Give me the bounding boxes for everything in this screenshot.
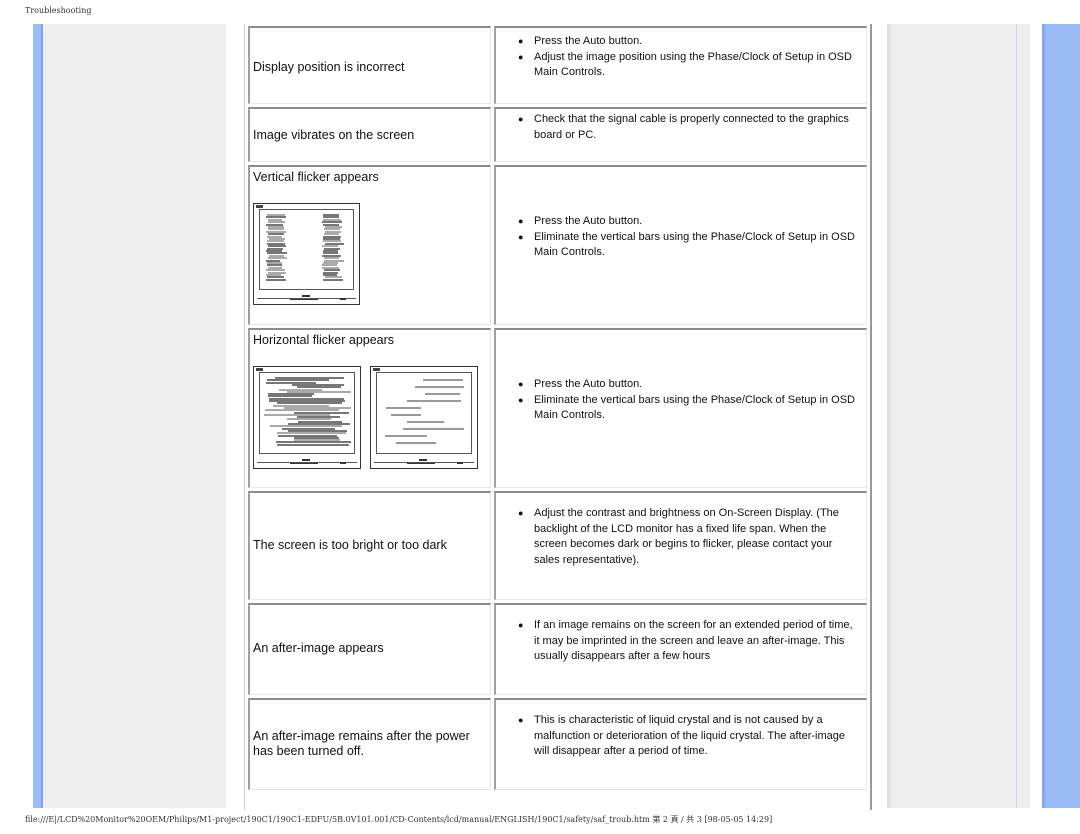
power-button-icon	[340, 298, 346, 300]
solution-list: Check that the signal cable is properly …	[518, 112, 858, 143]
illustration-line	[385, 407, 422, 409]
solution-item: Eliminate the vertical bars using the Ph…	[518, 393, 858, 424]
page-header-title: Troubleshooting	[25, 6, 92, 15]
brand-logo-icon	[373, 368, 380, 371]
solution-list: Adjust the contrast and brightness on On…	[518, 506, 858, 568]
vertical-flicker-illustration	[253, 203, 360, 305]
page-footer-path: file:///E|/LCD%20Monitor%20OEM/Philips/M…	[25, 815, 773, 824]
illustration-line	[391, 414, 421, 416]
table-row: An after-image remains after the power h…	[248, 698, 868, 790]
power-button-icon	[457, 462, 463, 464]
problem-text: Display position is incorrect	[253, 60, 405, 74]
solution-cell: If an image remains on the screen for an…	[494, 603, 867, 695]
monitor-button-icon	[302, 459, 310, 461]
content-divider-right	[870, 24, 872, 810]
power-button-icon	[340, 462, 346, 464]
problem-cell: Display position is incorrect	[248, 26, 491, 104]
problem-text: The screen is too bright or too dark	[253, 538, 447, 552]
solution-cell: Press the Auto button. Eliminate the ver…	[494, 328, 867, 488]
illustration-line	[277, 443, 349, 446]
table-row: The screen is too bright or too dark Adj…	[248, 491, 868, 600]
solution-cell: This is characteristic of liquid crystal…	[494, 698, 867, 790]
solution-cell: Press the Auto button. Adjust the image …	[494, 26, 867, 104]
left-side-panel	[43, 24, 226, 808]
brand-logo-icon	[256, 205, 263, 208]
table-row: Horizontal flicker appears Press the Au	[248, 328, 868, 488]
right-side-panel	[887, 24, 1030, 808]
monitor-button-icon	[290, 299, 318, 300]
solution-item: Press the Auto button.	[518, 377, 858, 393]
solution-list: This is characteristic of liquid crystal…	[518, 713, 858, 760]
problem-cell: The screen is too bright or too dark	[248, 491, 491, 600]
problem-cell: Vertical flicker appears	[248, 165, 491, 325]
solution-cell: Adjust the contrast and brightness on On…	[494, 491, 867, 600]
monitor-button-icon	[407, 463, 435, 464]
illustration-line	[266, 278, 286, 281]
problem-cell: An after-image remains after the power h…	[248, 698, 491, 790]
monitor-button-icon	[290, 463, 318, 464]
solution-item: If an image remains on the screen for an…	[518, 618, 858, 665]
table-row: Vertical flicker appears Press the Auto …	[248, 165, 868, 325]
solution-item: Eliminate the vertical bars using the Ph…	[518, 230, 858, 261]
solution-item: Press the Auto button.	[518, 214, 858, 230]
right-accent-bar	[1042, 24, 1080, 808]
solution-list: Press the Auto button. Eliminate the ver…	[518, 214, 858, 261]
illustration-line	[385, 435, 427, 437]
monitor-button-icon	[302, 295, 310, 297]
horizontal-flicker-illustration-clear	[370, 366, 478, 469]
monitor-screen	[259, 209, 354, 290]
solution-list: If an image remains on the screen for an…	[518, 618, 858, 665]
horizontal-flicker-illustration	[253, 366, 361, 469]
problem-text: Horizontal flicker appears	[253, 333, 395, 347]
illustration-line	[402, 428, 464, 430]
solution-cell: Check that the signal cable is properly …	[494, 107, 867, 162]
solution-item: This is characteristic of liquid crystal…	[518, 713, 858, 760]
table-row: An after-image appears If an image remai…	[248, 603, 868, 695]
problem-cell: Horizontal flicker appears	[248, 328, 491, 488]
solution-item: Adjust the image position using the Phas…	[518, 50, 858, 81]
problem-text: Vertical flicker appears	[253, 170, 379, 184]
illustration-line	[425, 393, 461, 395]
monitor-screen	[259, 372, 355, 454]
table-row: Display position is incorrect Press the …	[248, 26, 868, 104]
solution-item: Adjust the contrast and brightness on On…	[518, 506, 858, 568]
brand-logo-icon	[256, 368, 263, 371]
problem-cell: An after-image appears	[248, 603, 491, 695]
illustration-line	[407, 400, 461, 402]
problem-text: An after-image appears	[253, 641, 384, 655]
problem-cell: Image vibrates on the screen	[248, 107, 491, 162]
solution-item: Check that the signal cable is properly …	[518, 112, 858, 143]
problem-text: An after-image remains after the power h…	[253, 729, 470, 758]
solution-list: Press the Auto button. Eliminate the ver…	[518, 377, 858, 424]
content-divider-left	[244, 24, 245, 810]
monitor-button-icon	[419, 459, 427, 461]
illustration-line	[395, 442, 437, 444]
solution-cell: Press the Auto button. Eliminate the ver…	[494, 165, 867, 325]
illustration-line	[323, 278, 343, 281]
illustration-line	[414, 386, 465, 388]
illustration-line	[423, 379, 463, 381]
solution-list: Press the Auto button. Adjust the image …	[518, 34, 858, 81]
problem-text: Image vibrates on the screen	[253, 128, 415, 142]
monitor-screen	[376, 372, 472, 454]
solution-item: Press the Auto button.	[518, 34, 858, 50]
table-row: Image vibrates on the screen Check that …	[248, 107, 868, 162]
left-accent-bar	[33, 24, 43, 808]
illustration-line	[407, 421, 444, 423]
